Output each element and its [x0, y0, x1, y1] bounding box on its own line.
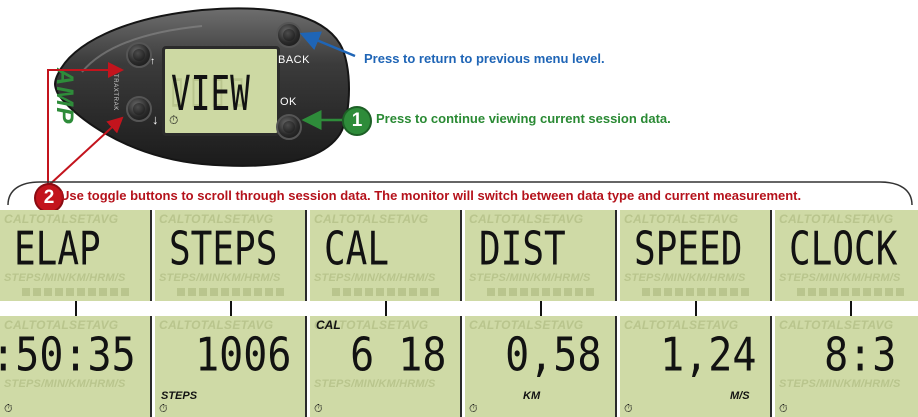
back-callout-arrow — [299, 31, 356, 58]
panel-unit-label: CAL — [316, 318, 341, 332]
toggle-down-callout — [47, 116, 124, 187]
connector-tick — [540, 301, 542, 316]
stopwatch-icon: ⏱ — [469, 403, 478, 415]
connector-tick — [850, 301, 852, 316]
connector-tick — [695, 301, 697, 316]
panel-ghost-bottom: STEPS/MIN/KM/HRM/S — [4, 378, 126, 390]
panel-ghost-bottom: STEPS/MIN/KM/HRM/S — [624, 272, 746, 284]
lcd-panel-elap: CALTOTALSETAVG ELAP STEPS/MIN/KM/HRM/S — [0, 210, 152, 301]
lcd-panel-dist: CALTOTALSETAVG DIST STEPS/MIN/KM/HRM/S — [465, 210, 617, 301]
panel-ghost-bottom: STEPS/MIN/KM/HRM/S — [314, 272, 436, 284]
panel-ghost-bars — [797, 288, 907, 296]
stopwatch-icon: ⏱ — [779, 403, 788, 415]
panel-type-text: STEPS — [169, 222, 278, 276]
panel-type-text: CLOCK — [789, 222, 898, 276]
lcd-panel-steps-value: CALTOTALSETAVG 1006 STEPS ⏱ — [155, 316, 307, 417]
lcd-panel-cal-value: CALTOTALSETAVG CAL 6 18 STEPS/MIN/KM/HRM… — [310, 316, 462, 417]
panel-ghost-bottom: STEPS/MIN/KM/HRM/S — [779, 378, 901, 390]
panel-ghost-bars — [22, 288, 132, 296]
panel-value-text: 1,24 — [659, 328, 756, 382]
panel-type-text: SPEED — [634, 222, 743, 276]
panel-value-text: 8:3 — [823, 328, 896, 382]
panel-unit-label: M/S — [730, 390, 750, 402]
panel-unit-label: KM — [523, 390, 541, 402]
panel-value-text: 6 18 — [349, 328, 446, 382]
lcd-panel-elap-value: CALTOTALSETAVG 7:50:35 STEPS/MIN/KM/HRM/… — [0, 316, 152, 417]
panel-ghost-bottom: STEPS/MIN/KM/HRM/S — [779, 272, 901, 284]
panel-value-text: 7:50:35 — [0, 328, 136, 382]
lcd-panel-cal: CALTOTALSETAVG CAL STEPS/MIN/KM/HRM/S — [310, 210, 462, 301]
panel-ghost-bars — [332, 288, 442, 296]
connector-tick — [75, 301, 77, 316]
connector-tick — [230, 301, 232, 316]
toggle-hint-text: Use toggle buttons to scroll through ses… — [60, 188, 802, 203]
row-separator — [0, 301, 918, 316]
panel-ghost-bars — [487, 288, 597, 296]
lcd-panel-speed: CALTOTALSETAVG SPEED STEPS/MIN/KM/HRM/S — [620, 210, 772, 301]
panel-ghost-bars — [177, 288, 287, 296]
lcd-panel-steps: CALTOTALSETAVG STEPS STEPS/MIN/KM/HRM/S — [155, 210, 307, 301]
panel-ghost-bottom: STEPS/MIN/KM/HRM/S — [314, 378, 436, 390]
panel-unit-label: STEPS — [161, 390, 198, 402]
stopwatch-icon: ⏱ — [624, 403, 633, 415]
stopwatch-icon: ⏱ — [314, 403, 323, 415]
lcd-panel-clock: CALTOTALSETAVG CLOCK STEPS/MIN/KM/HRM/S — [775, 210, 918, 301]
lcd-panel-clock-value: CALTOTALSETAVG 8:3 STEPS/MIN/KM/HRM/S ⏱ — [775, 316, 918, 417]
stopwatch-icon: ⏱ — [4, 403, 13, 415]
panel-value-text: 1006 — [194, 328, 291, 382]
panel-ghost-bottom: STEPS/MIN/KM/HRM/S — [4, 272, 126, 284]
step-1-badge: 1 — [342, 106, 372, 136]
panel-ghost-bottom: STEPS/MIN/KM/HRM/S — [159, 272, 281, 284]
connector-tick — [385, 301, 387, 316]
panel-type-text: ELAP — [14, 222, 101, 276]
panel-value-text: 0,58 — [504, 328, 601, 382]
lcd-panel-dist-value: CALTOTALSETAVG 0,58 KM ⏱ — [465, 316, 617, 417]
lcd-panel-speed-value: CALTOTALSETAVG 1,24 M/S ⏱ — [620, 316, 772, 417]
stopwatch-icon: ⏱ — [159, 403, 168, 415]
ok-hint-text: Press to continue viewing current sessio… — [376, 111, 671, 126]
panel-type-text: DIST — [479, 222, 566, 276]
panel-ghost-bottom: STEPS/MIN/KM/HRM/S — [469, 272, 591, 284]
back-hint-text: Press to return to previous menu level. — [364, 51, 605, 66]
panel-ghost-bars — [642, 288, 752, 296]
panel-type-text: CAL — [324, 222, 390, 276]
